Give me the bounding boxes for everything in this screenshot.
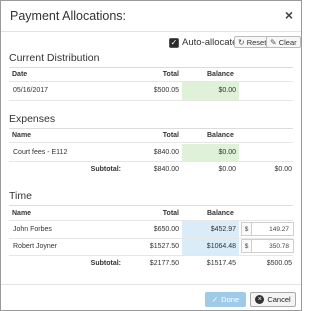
column-header-balance: Balance [207, 210, 234, 217]
distribution-total: $500.05 [153, 87, 179, 94]
done-label: Done [221, 295, 240, 304]
column-header-balance: Balance [207, 71, 234, 78]
section-divider [9, 128, 293, 129]
current-distribution-heading: Current Distribution [9, 52, 100, 64]
payment-allocations-dialog: Payment Allocations: × ✓ Auto-allocate ↻… [0, 0, 302, 311]
column-header-total: Total [162, 71, 179, 78]
time-balance: $1064.48 [206, 243, 236, 250]
section-divider [9, 205, 293, 206]
time-subtotal-total: $2177.50 [149, 260, 179, 267]
row-divider [9, 81, 293, 82]
cancel-label: Cancel [267, 295, 291, 304]
column-header-name: Name [12, 210, 32, 217]
expense-balance: $0.00 [218, 149, 236, 156]
clear-button[interactable]: ✎ Clear [266, 36, 301, 48]
column-header-name: Name [12, 132, 32, 139]
time-name: Robert Joyner [13, 243, 57, 250]
expenses-subtotal-total: $840.00 [153, 166, 179, 173]
expenses-heading: Expenses [9, 113, 56, 125]
row-divider [9, 220, 293, 221]
auto-allocate-label: Auto-allocate [182, 37, 238, 48]
subtotal-label: Subtotal: [90, 166, 121, 173]
reset-button[interactable]: ↻ Reset [234, 36, 271, 48]
currency-addon: $ [242, 240, 252, 252]
time-subtotal-balance: $1517.45 [206, 260, 236, 267]
check-icon: ✓ [211, 295, 219, 304]
distribution-date: 05/16/2017 [13, 87, 49, 94]
time-balance: $452.97 [210, 226, 236, 233]
currency-addon: $ [242, 223, 252, 235]
reset-label: Reset [246, 37, 267, 47]
column-header-total: Total [162, 132, 179, 139]
done-button[interactable]: ✓ Done [205, 292, 246, 307]
dialog-header: Payment Allocations: × [1, 1, 301, 32]
checkbox-checked-icon[interactable]: ✓ [169, 37, 179, 48]
column-header-date: Date [12, 71, 28, 78]
expense-name: Court fees - E112 [13, 149, 68, 156]
time-total: $650.00 [153, 226, 179, 233]
expenses-subtotal-balance: $0.00 [218, 166, 236, 173]
expense-total: $840.00 [153, 149, 179, 156]
time-total: $1527.50 [149, 243, 179, 250]
allocation-input[interactable]: $ 149.27 [241, 222, 294, 236]
cancel-button[interactable]: × Cancel [250, 292, 296, 307]
eraser-icon: ✎ [270, 37, 277, 47]
column-header-balance: Balance [207, 132, 234, 139]
time-name: John Forbes [13, 226, 52, 233]
time-subtotal-allocated: $500.05 [266, 260, 292, 267]
row-divider [9, 100, 293, 101]
reset-icon: ↻ [238, 37, 245, 47]
row-divider [9, 161, 293, 162]
close-icon[interactable]: × [285, 8, 293, 22]
distribution-balance: $0.00 [218, 87, 236, 94]
allocation-value[interactable]: 149.27 [252, 226, 293, 233]
cancel-icon: × [255, 295, 265, 304]
column-header-total: Total [162, 210, 179, 217]
section-divider [9, 67, 293, 68]
expenses-subtotal-allocated: $0.00 [274, 166, 292, 173]
time-heading: Time [9, 190, 32, 202]
row-divider [9, 255, 293, 256]
row-divider [9, 142, 293, 143]
subtotal-label: Subtotal: [90, 260, 121, 267]
allocation-input[interactable]: $ 350.78 [241, 239, 294, 253]
auto-allocate-checkbox[interactable]: ✓ Auto-allocate [169, 37, 237, 48]
allocation-value[interactable]: 350.78 [252, 243, 293, 250]
clear-label: Clear [278, 37, 297, 47]
dialog-title: Payment Allocations: [10, 9, 127, 23]
